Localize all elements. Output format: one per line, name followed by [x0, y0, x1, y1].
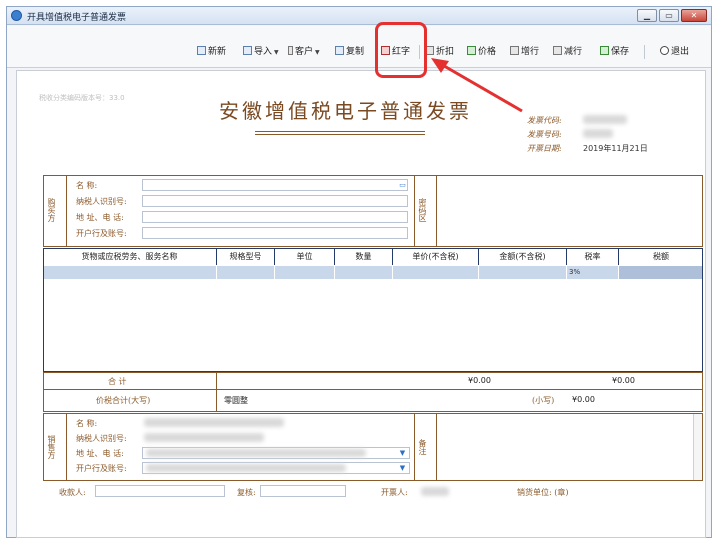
goods-table-frame: [43, 248, 703, 372]
divider: [436, 414, 437, 480]
buyer-bank-label: 开户行及账号:: [76, 229, 127, 238]
seller-tax-id-value: [144, 433, 264, 442]
seller-name-value: [144, 418, 284, 427]
chevron-down-icon[interactable]: ▼: [397, 463, 408, 473]
drawer-value: [421, 487, 449, 496]
sum-words: 零圆整: [224, 396, 248, 405]
buyer-name-input[interactable]: [142, 179, 408, 191]
buyer-bank-input[interactable]: [142, 227, 408, 239]
remark-scrollbar[interactable]: [693, 414, 702, 480]
seller-tax-id-label: 纳税人识别号:: [76, 434, 127, 443]
divider: [44, 389, 702, 390]
buyer-name-label: 名 称:: [76, 181, 98, 190]
total-label: 合 计: [108, 377, 127, 386]
total-amount: ¥0.00: [468, 376, 491, 385]
small-value: ¥0.00: [572, 395, 595, 404]
buyer-tax-id-label: 纳税人识别号:: [76, 197, 127, 206]
seller-bank-label: 开户行及账号:: [76, 464, 127, 473]
seller-side-label: 销售方: [47, 435, 56, 459]
divider: [66, 176, 67, 246]
buyer-section: 购买方 名 称: ▭ 纳税人识别号: 地 址、电 话: 开户行及账号: 密码区: [43, 175, 703, 247]
buyer-lookup-icon[interactable]: ▭: [397, 180, 408, 190]
buyer-address-input[interactable]: [142, 211, 408, 223]
divider: [66, 414, 67, 480]
total-tax: ¥0.00: [612, 376, 635, 385]
seller-seal-label: 销货单位: (章): [517, 488, 569, 497]
arrow-shaft: [438, 61, 523, 113]
annotation-arrow: [431, 58, 523, 113]
review-input[interactable]: [260, 485, 346, 497]
buyer-side-label: 购买方: [47, 198, 56, 222]
small-label: (小写): [532, 396, 555, 405]
divider: [436, 176, 437, 246]
buyer-tax-id-input[interactable]: [142, 195, 408, 207]
buyer-address-label: 地 址、电 话:: [76, 213, 124, 222]
seller-name-label: 名 称:: [76, 419, 98, 428]
payee-input[interactable]: [95, 485, 225, 497]
chevron-down-icon[interactable]: ▼: [397, 448, 408, 458]
payee-label: 收款人:: [59, 488, 86, 497]
seller-section: 销售方 名 称: 纳税人识别号: 地 址、电 话: ▼ 开户行及账号: ▼ 备注: [43, 413, 703, 481]
seller-address-label: 地 址、电 话:: [76, 449, 124, 458]
drawer-label: 开票人:: [381, 488, 408, 497]
totals-section: 合 计 ¥0.00 ¥0.00 价税合计(大写) 零圆整 (小写) ¥0.00: [43, 372, 703, 412]
seller-address-value: [146, 449, 366, 457]
divider: [216, 373, 217, 411]
seller-bank-value: [146, 464, 346, 472]
remark-label: 备注: [418, 439, 427, 455]
sum-label: 价税合计(大写): [96, 396, 151, 405]
review-label: 复核:: [237, 488, 256, 497]
code-area-label: 密码区: [418, 198, 427, 222]
invoice-window: 开具增值税电子普通发票 ▁ ▭ ✕ 新新 导入 ▼ 客户 ▼ 复制 红字 折扣 价格…: [6, 6, 712, 538]
